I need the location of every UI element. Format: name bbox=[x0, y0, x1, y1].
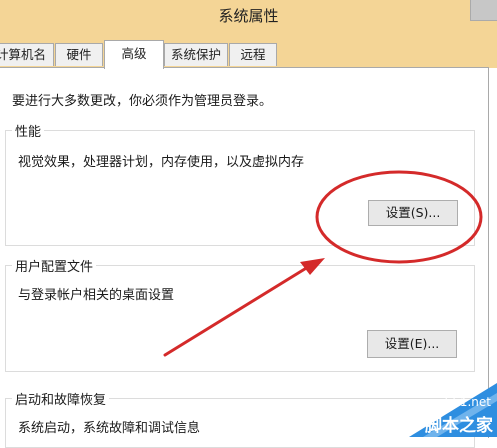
performance-group bbox=[5, 130, 475, 246]
user-profiles-settings-button[interactable]: 设置(E)... bbox=[367, 330, 457, 358]
startup-recovery-description: 系统启动，系统故障和调试信息 bbox=[18, 421, 201, 436]
performance-legend: 性能 bbox=[12, 121, 45, 140]
admin-notice: 要进行大多数更改，你必须作为管理员登录。 bbox=[12, 94, 273, 109]
watermark-brand: 脚本之家 bbox=[425, 416, 493, 436]
tab-advanced[interactable]: 高级 bbox=[104, 40, 164, 69]
close-button[interactable] bbox=[470, 0, 497, 21]
watermark: jb51.net 脚本之家 bbox=[357, 377, 497, 437]
performance-settings-button[interactable]: 设置(S)... bbox=[368, 200, 458, 226]
tab-remote[interactable]: 远程 bbox=[229, 43, 277, 66]
user-profiles-description: 与登录帐户相关的桌面设置 bbox=[18, 288, 175, 303]
watermark-site: jb51.net bbox=[441, 395, 491, 409]
tab-hardware[interactable]: 硬件 bbox=[55, 43, 103, 66]
performance-description: 视觉效果，处理器计划，内存使用，以及虚拟内存 bbox=[18, 155, 305, 170]
user-profiles-legend: 用户配置文件 bbox=[12, 256, 97, 275]
title-bar: 系统属性 bbox=[0, 0, 497, 30]
window-title: 系统属性 bbox=[218, 7, 279, 25]
tab-system-protection[interactable]: 系统保护 bbox=[164, 43, 228, 66]
tab-computer-name[interactable]: 计算机名 bbox=[0, 43, 54, 66]
startup-recovery-legend: 启动和故障恢复 bbox=[12, 389, 110, 408]
